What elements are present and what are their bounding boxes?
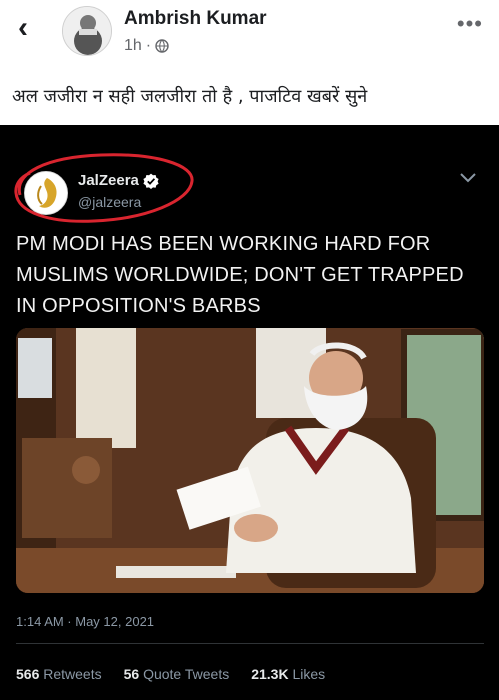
annotation-red-circle: [14, 153, 194, 223]
globe-icon: [155, 39, 169, 53]
back-arrow-icon[interactable]: ‹: [18, 13, 42, 44]
more-options-icon[interactable]: •••: [457, 13, 483, 35]
post-meta: 1h ·: [124, 37, 169, 55]
meta-separator: ·: [145, 37, 152, 54]
facebook-post-header: ‹ Ambrish Kumar 1h · •••: [0, 0, 499, 62]
author-avatar[interactable]: [62, 6, 112, 56]
divider: [16, 643, 484, 644]
retweets-stat[interactable]: 566 Retweets: [16, 666, 102, 682]
tweet-screenshot: JalZeera @jalzeera PM MODI HAS BEEN WORK…: [0, 125, 499, 700]
tweet-text: PM MODI HAS BEEN WORKING HARD FOR MUSLIM…: [16, 233, 464, 317]
author-name[interactable]: Ambrish Kumar: [124, 8, 267, 30]
quote-tweets-stat[interactable]: 56 Quote Tweets: [124, 666, 230, 682]
likes-label: Likes: [292, 666, 326, 682]
post-time[interactable]: 1h: [124, 37, 142, 55]
likes-count: 21.3K: [251, 666, 289, 682]
tweet-timestamp[interactable]: 1:14 AM · May 12, 2021: [16, 614, 154, 629]
retweets-label: Retweets: [43, 666, 102, 682]
post-caption: अल जजीरा न सही जलजीरा तो है , पाजटिव खबर…: [12, 86, 368, 107]
tweet-stats: 566 Retweets 56 Quote Tweets 21.3K Likes: [16, 666, 325, 682]
likes-stat[interactable]: 21.3K Likes: [251, 666, 325, 682]
retweets-count: 566: [16, 666, 40, 682]
chevron-down-icon[interactable]: [459, 171, 477, 185]
quote-tweets-label: Quote Tweets: [143, 666, 230, 682]
quote-tweets-count: 56: [123, 666, 140, 682]
tweet-photo[interactable]: [16, 328, 484, 593]
